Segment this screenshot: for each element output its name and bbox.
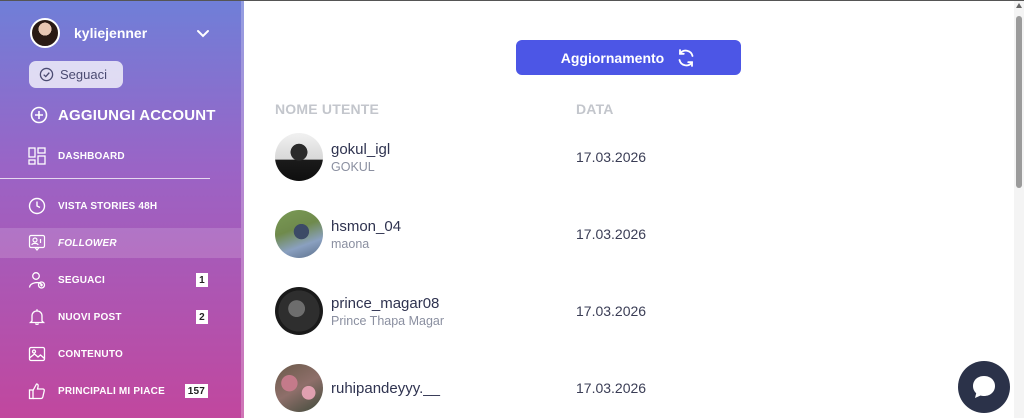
refresh-icon bbox=[678, 48, 694, 67]
follower-icon bbox=[28, 234, 46, 251]
add-account-button[interactable]: AGGIUNGI ACCOUNT bbox=[30, 106, 216, 124]
sidebar-item-label: SEGUACI bbox=[58, 274, 105, 286]
table-row[interactable]: gokul_igl GOKUL 17.03.2026 bbox=[275, 133, 975, 183]
sidebar-item-dashboard[interactable]: DASHBOARD bbox=[0, 141, 241, 171]
avatar bbox=[275, 287, 323, 335]
sidebar-item-content[interactable]: CONTENUTO bbox=[0, 339, 241, 369]
add-account-label: AGGIUNGI ACCOUNT bbox=[58, 106, 216, 124]
account-switcher[interactable]: kyliejenner bbox=[30, 18, 210, 48]
table-row[interactable]: ruhipandeyyy.__ 17.03.2026 bbox=[275, 364, 975, 414]
row-full-name: maona bbox=[331, 237, 370, 251]
followers-filter-button[interactable]: Seguaci bbox=[29, 61, 123, 88]
sidebar-item-follower[interactable]: FOLLOWER bbox=[0, 228, 241, 258]
avatar bbox=[275, 133, 323, 181]
sidebar-item-top-likes[interactable]: PRINCIPALI MI PIACE 157 bbox=[0, 376, 241, 406]
row-username[interactable]: hsmon_04 bbox=[331, 218, 401, 235]
sidebar-divider bbox=[0, 178, 210, 179]
avatar bbox=[275, 364, 323, 412]
sidebar-item-label: PRINCIPALI MI PIACE bbox=[58, 385, 165, 397]
column-header-username[interactable]: NOME UTENTE bbox=[275, 101, 379, 117]
dashboard-icon bbox=[28, 147, 46, 165]
scrollbar[interactable] bbox=[1014, 0, 1024, 418]
row-username[interactable]: prince_magar08 bbox=[331, 295, 439, 312]
column-header-date[interactable]: DATA bbox=[576, 101, 614, 117]
row-full-name: GOKUL bbox=[331, 160, 375, 174]
table-row[interactable]: prince_magar08 Prince Thapa Magar 17.03.… bbox=[275, 287, 975, 337]
scrollbar-thumb[interactable] bbox=[1016, 16, 1022, 188]
refresh-button-label: Aggiornamento bbox=[560, 49, 665, 66]
sidebar-item-new-posts[interactable]: NUOVI POST 2 bbox=[0, 302, 241, 332]
chevron-down-icon[interactable] bbox=[196, 26, 210, 40]
main-content: Aggiornamento NOME UTENTE DATA gokul_igl… bbox=[244, 0, 1014, 418]
bell-icon bbox=[28, 309, 46, 325]
row-date: 17.03.2026 bbox=[576, 226, 647, 242]
sidebar-item-label: CONTENUTO bbox=[58, 348, 123, 360]
scroll-up-arrow-icon[interactable] bbox=[1016, 3, 1022, 8]
row-date: 17.03.2026 bbox=[576, 303, 647, 319]
sidebar-item-label: DASHBOARD bbox=[58, 150, 125, 162]
table-row[interactable]: hsmon_04 maona 17.03.2026 bbox=[275, 210, 975, 260]
refresh-button[interactable]: Aggiornamento bbox=[516, 40, 741, 75]
count-badge: 1 bbox=[196, 273, 208, 287]
account-username: kyliejenner bbox=[74, 25, 148, 41]
sidebar-item-label: FOLLOWER bbox=[58, 237, 117, 249]
chat-bubble-icon bbox=[973, 376, 995, 398]
plus-circle-icon bbox=[30, 106, 48, 124]
chat-button[interactable] bbox=[958, 361, 1010, 413]
sidebar-item-seguaci[interactable]: SEGUACI 1 bbox=[0, 265, 241, 295]
thumbs-up-icon bbox=[28, 383, 45, 400]
followers-filter-label: Seguaci bbox=[60, 67, 107, 82]
sidebar-item-stories[interactable]: VISTA STORIES 48H bbox=[0, 191, 241, 221]
count-badge: 157 bbox=[184, 384, 208, 398]
sidebar: kyliejenner Seguaci AGGIUNGI ACCOUNT DAS… bbox=[0, 0, 244, 418]
row-username[interactable]: ruhipandeyyy.__ bbox=[331, 380, 440, 397]
sidebar-item-label: NUOVI POST bbox=[58, 311, 122, 323]
row-username[interactable]: gokul_igl bbox=[331, 141, 390, 158]
avatar bbox=[30, 18, 60, 48]
window-top-border bbox=[0, 0, 1024, 1]
user-add-icon bbox=[28, 272, 46, 289]
avatar bbox=[275, 210, 323, 258]
row-full-name: Prince Thapa Magar bbox=[331, 314, 445, 328]
image-icon bbox=[28, 346, 46, 362]
sidebar-item-label: VISTA STORIES 48H bbox=[58, 200, 158, 212]
check-circle-icon bbox=[39, 67, 54, 82]
row-date: 17.03.2026 bbox=[576, 380, 647, 396]
count-badge: 2 bbox=[196, 310, 208, 324]
clock-icon bbox=[28, 197, 46, 215]
row-date: 17.03.2026 bbox=[576, 149, 647, 165]
